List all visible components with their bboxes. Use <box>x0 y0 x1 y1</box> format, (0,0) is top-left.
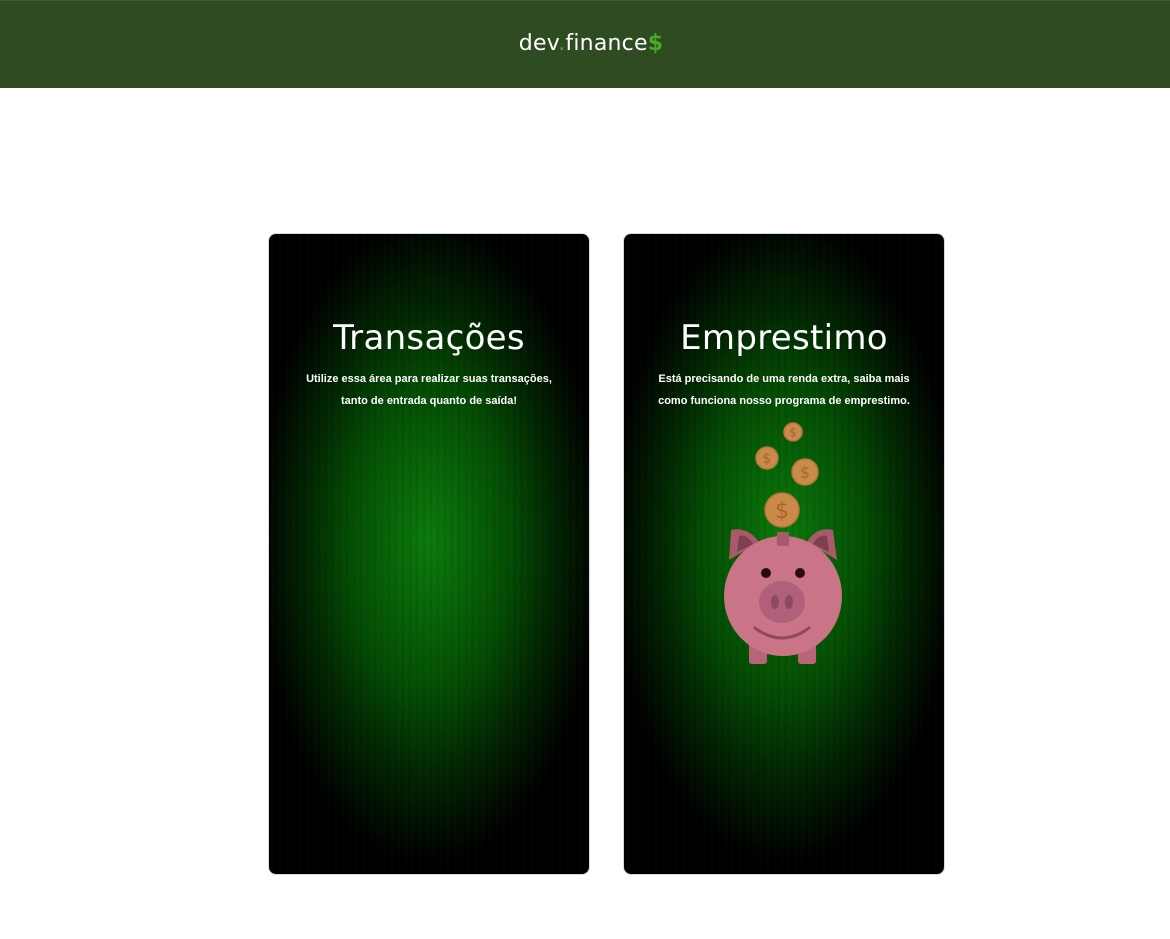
loan-card[interactable]: Emprestimo Está precisando de uma renda … <box>624 234 944 874</box>
svg-text:$: $ <box>789 426 797 440</box>
logo-dev: dev <box>518 31 559 56</box>
coin-icon: $ <box>755 446 779 470</box>
piggy-bank-illustration: $ $ $ $ <box>724 422 842 664</box>
logo-finance: finance <box>565 31 648 56</box>
app-header: dev.finance$ <box>0 0 1170 88</box>
loan-card-description: Está precisando de uma renda extra, saib… <box>658 373 910 407</box>
svg-text:$: $ <box>775 499 789 524</box>
loan-card-title: Emprestimo <box>680 318 888 358</box>
coin-icon: $ <box>791 458 819 486</box>
transactions-card-title: Transações <box>333 318 525 358</box>
svg-text:$: $ <box>763 451 772 467</box>
svg-text:$: $ <box>800 463 810 482</box>
coin-icon: $ <box>764 492 800 528</box>
coin-icon: $ <box>783 422 803 442</box>
app-logo[interactable]: dev.finance$ <box>519 31 663 56</box>
transactions-card-description: Utilize essa área para realizar suas tra… <box>306 373 552 407</box>
logo-dollar: $ <box>647 31 664 56</box>
transactions-card[interactable]: Transações Utilize essa área para realiz… <box>269 234 589 874</box>
